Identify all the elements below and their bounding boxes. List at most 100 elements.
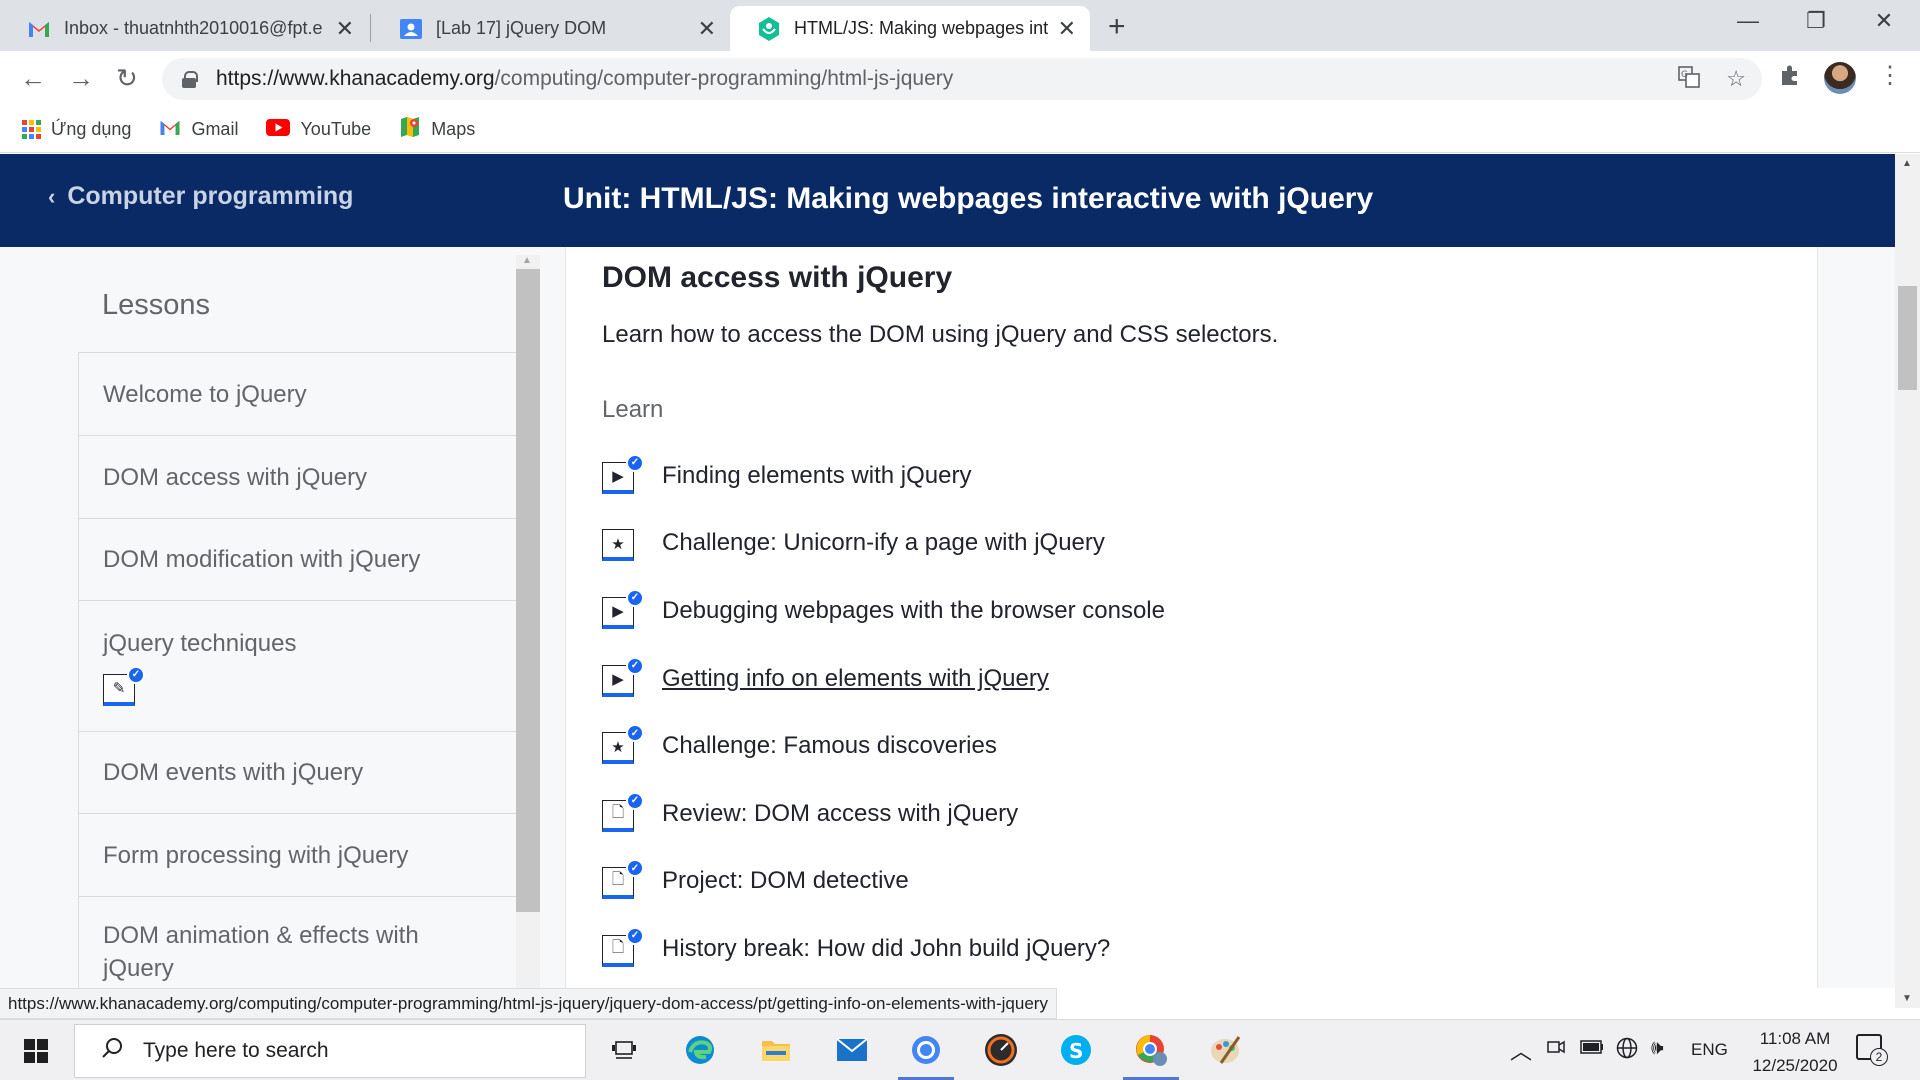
- lesson-list: Welcome to jQuery DOM access with jQuery…: [78, 352, 516, 988]
- chrome-profile-icon[interactable]: [1123, 1028, 1179, 1080]
- bookmark-star-icon[interactable]: ☆: [1726, 66, 1746, 94]
- battery-icon[interactable]: [1580, 1037, 1604, 1060]
- lesson-link[interactable]: DOM animation & effects with jQuery: [78, 897, 516, 988]
- taskbar-search-input[interactable]: Type here to search: [74, 1024, 586, 1078]
- tab-title: Inbox - thuatnhth2010016@fpt.e: [64, 18, 323, 38]
- check-icon: ✓: [626, 859, 644, 878]
- tab-title: HTML/JS: Making webpages inter: [794, 18, 1048, 38]
- item-label: Challenge: Famous discoveries: [662, 732, 997, 760]
- svg-text:S: S: [1069, 1039, 1083, 1063]
- star-icon: ★ ✓: [602, 724, 644, 765]
- tab-divider: [370, 14, 371, 42]
- language-indicator[interactable]: ENG: [1691, 1040, 1728, 1060]
- network-globe-icon[interactable]: [1616, 1037, 1638, 1065]
- forward-arrow-icon[interactable]: →: [68, 63, 94, 94]
- lesson-link[interactable]: DOM access with jQuery: [78, 436, 516, 519]
- volume-icon[interactable]: 🕪: [1651, 1037, 1664, 1060]
- lesson-label: Welcome to jQuery: [103, 380, 307, 408]
- content-item[interactable]: 🗋 ✓ Project: DOM detective: [602, 848, 1165, 916]
- more-menu-icon[interactable]: ⋮: [1878, 61, 1902, 90]
- scroll-down-icon[interactable]: ▼: [1902, 993, 1912, 1004]
- new-tab-button[interactable]: +: [1108, 10, 1126, 44]
- chevron-up-icon[interactable]: ︿: [1510, 1034, 1532, 1066]
- scroll-up-icon[interactable]: ▲: [522, 255, 532, 266]
- check-icon: ✓: [626, 588, 644, 607]
- lock-icon[interactable]: [182, 71, 198, 88]
- tab-gmail[interactable]: Inbox - thuatnhth2010016@fpt.e ✕: [0, 6, 368, 51]
- content-item[interactable]: ★ Challenge: Unicorn-ify a page with jQu…: [602, 510, 1165, 578]
- scrollbar-thumb[interactable]: [516, 269, 540, 912]
- content-item[interactable]: ▶ ✓ Debugging webpages with the browser c…: [602, 577, 1165, 645]
- lesson-label: DOM animation & effects with jQuery: [103, 922, 419, 982]
- bookmark-gmail[interactable]: Gmail: [159, 119, 238, 141]
- taskbar: Type here to search S ︿ 🕪 ENG 11:08 AM 1…: [0, 1019, 1920, 1080]
- content-item[interactable]: ▶ ✓ Getting info on elements with jQuery: [602, 645, 1165, 713]
- tab-title: [Lab 17] jQuery DOM: [436, 18, 607, 38]
- clock[interactable]: 11:08 AM 12/25/2020: [1745, 1025, 1845, 1079]
- close-tab-icon[interactable]: ✕: [336, 16, 354, 42]
- restore-icon[interactable]: ❐: [1786, 8, 1846, 34]
- tab-khan-academy[interactable]: HTML/JS: Making webpages inter ✕: [730, 6, 1090, 51]
- chrome-app-icon[interactable]: [898, 1028, 954, 1080]
- back-to-course-link[interactable]: ‹ Computer programming: [48, 182, 353, 211]
- check-icon: ✓: [626, 453, 644, 472]
- scroll-up-icon[interactable]: ▲: [1902, 158, 1912, 169]
- address-bar[interactable]: https://www.khanacademy.org /computing/c…: [162, 58, 1762, 100]
- lesson-description: Learn how to access the DOM using jQuery…: [602, 321, 1279, 348]
- lesson-label: jQuery techniques: [103, 629, 297, 657]
- lessons-sidebar: Lessons Welcome to jQuery DOM access wit…: [0, 247, 540, 988]
- mail-icon[interactable]: [830, 1028, 874, 1072]
- notification-center-icon[interactable]: 2: [1856, 1034, 1888, 1066]
- youtube-icon: [266, 118, 291, 141]
- reload-icon[interactable]: ↻: [116, 63, 138, 94]
- page-scrollbar[interactable]: ▲ ▼: [1895, 154, 1920, 1008]
- pencil-icon: ✎ ✓: [103, 665, 145, 706]
- task-view-icon[interactable]: [602, 1028, 646, 1072]
- close-tab-icon[interactable]: ✕: [1058, 16, 1076, 42]
- extensions-icon[interactable]: [1778, 63, 1802, 94]
- close-tab-icon[interactable]: ✕: [698, 16, 716, 42]
- bookmark-label: Maps: [431, 119, 476, 139]
- star-icon: ★: [602, 525, 638, 562]
- meet-now-icon[interactable]: [1546, 1037, 1566, 1063]
- url-host: https://www.khanacademy.org: [216, 67, 495, 90]
- scrollbar-thumb[interactable]: [1898, 286, 1917, 390]
- item-label: Finding elements with jQuery: [662, 461, 972, 489]
- minimize-icon[interactable]: —: [1718, 8, 1778, 34]
- lesson-link[interactable]: Form processing with jQuery: [78, 814, 516, 897]
- paint-icon[interactable]: [1204, 1028, 1248, 1072]
- windows-start-icon[interactable]: [24, 1039, 48, 1063]
- skype-icon[interactable]: S: [1054, 1028, 1098, 1072]
- content-item[interactable]: 🗋 ✓ History break: How did John build jQu…: [602, 915, 1165, 983]
- lesson-label: DOM modification with jQuery: [103, 546, 421, 573]
- bookmark-youtube[interactable]: YouTube: [266, 118, 371, 141]
- close-window-icon[interactable]: ✕: [1854, 8, 1914, 34]
- lesson-label: DOM access with jQuery: [103, 463, 368, 491]
- tab-classroom[interactable]: [Lab 17] jQuery DOM ✕: [372, 6, 730, 51]
- check-icon: ✓: [626, 791, 644, 810]
- lesson-link[interactable]: DOM modification with jQuery: [78, 519, 516, 601]
- bookmark-apps[interactable]: Ứng dụng: [22, 119, 131, 140]
- toolbar: ← → ↻ https://www.khanacademy.org /compu…: [0, 51, 1920, 107]
- back-arrow-icon[interactable]: ←: [20, 63, 46, 94]
- bookmark-maps[interactable]: Maps: [399, 116, 475, 143]
- speedometer-icon[interactable]: [979, 1028, 1023, 1072]
- content-item[interactable]: ★ ✓ Challenge: Famous discoveries: [602, 712, 1165, 780]
- status-bar-url: https://www.khanacademy.org/computing/co…: [0, 988, 1057, 1019]
- item-label: Debugging webpages with the browser cons…: [662, 596, 1165, 624]
- edge-icon[interactable]: [678, 1028, 722, 1072]
- lesson-link[interactable]: jQuery techniques ✎ ✓: [78, 601, 516, 732]
- translate-icon[interactable]: G: [1678, 66, 1701, 94]
- lesson-link[interactable]: DOM events with jQuery: [78, 732, 516, 814]
- profile-avatar[interactable]: [1824, 62, 1856, 94]
- content-item[interactable]: 🗋 ✓ Review: DOM access with jQuery: [602, 780, 1165, 848]
- lesson-link[interactable]: Welcome to jQuery: [78, 353, 516, 436]
- file-explorer-icon[interactable]: [754, 1028, 798, 1072]
- item-label[interactable]: Getting info on elements with jQuery: [662, 665, 1049, 693]
- sidebar-scrollbar[interactable]: ▲: [516, 255, 540, 988]
- course-name: Computer programming: [67, 182, 354, 210]
- content-item[interactable]: ▶ ✓ Finding elements with jQuery: [602, 442, 1165, 510]
- item-label: Review: DOM access with jQuery: [662, 799, 1019, 827]
- lessons-heading: Lessons: [102, 289, 211, 321]
- item-label: Project: DOM detective: [662, 867, 909, 895]
